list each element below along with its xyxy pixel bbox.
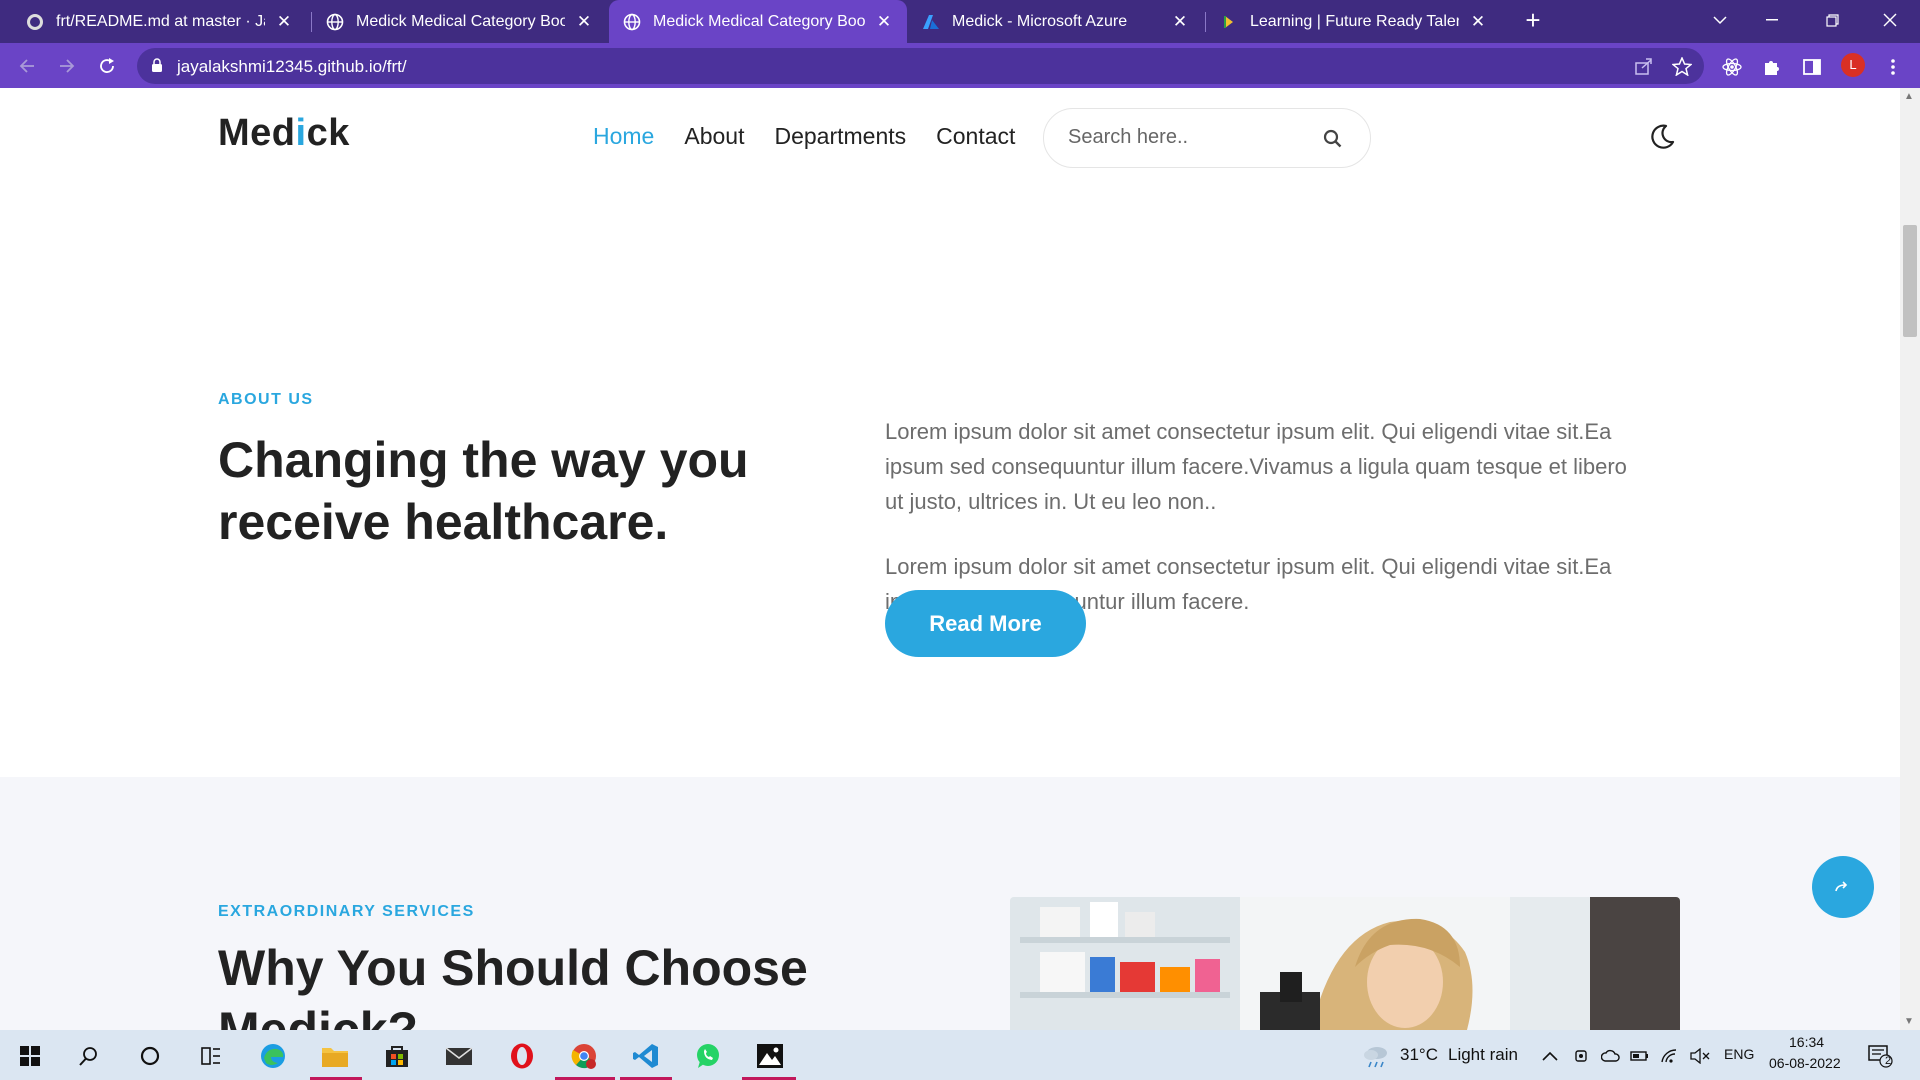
chrome-icon[interactable] [568, 1040, 600, 1072]
tab-strip: frt/README.md at master · Jayalakshmi123… [0, 0, 1920, 43]
scroll-up-arrow-icon[interactable]: ▲ [1904, 91, 1914, 102]
tab-title: Medick Medical Category Bootstrap [653, 12, 865, 30]
side-panel-icon[interactable] [1801, 56, 1823, 78]
scroll-to-top-button[interactable] [1812, 856, 1874, 918]
about-title-line: Changing the way you [218, 432, 749, 488]
search-input[interactable] [1068, 126, 1308, 149]
about-section: ABOUT US Changing the way you receive he… [0, 189, 1900, 777]
cortana-icon[interactable] [134, 1040, 166, 1072]
reload-button[interactable] [92, 51, 122, 81]
lock-icon [151, 58, 163, 78]
mail-icon[interactable] [443, 1040, 475, 1072]
extensions-icon[interactable] [1761, 56, 1783, 78]
lab-photo [1010, 897, 1680, 1030]
battery-icon[interactable] [1624, 1040, 1656, 1072]
search-taskbar-icon[interactable] [73, 1040, 105, 1072]
nav-departments[interactable]: Departments [774, 123, 906, 150]
browser-tab-active[interactable]: Medick Medical Category Bootstrap ✕ [609, 0, 907, 43]
github-icon [26, 13, 44, 31]
clock-date[interactable]: 06-08-2022 [1769, 1055, 1841, 1071]
tab-title: Learning | Future Ready Talent [1250, 12, 1459, 30]
services-section: EXTRAORDINARY SERVICES Why You Should Ch… [0, 777, 1900, 1030]
services-title-line: Why You Should Choose [218, 940, 808, 996]
chevron-up-icon[interactable] [1534, 1040, 1566, 1072]
about-eyebrow: ABOUT US [218, 391, 314, 408]
react-devtools-icon[interactable] [1721, 56, 1743, 78]
browser-toolbar: jayalakshmi12345.github.io/frt/ L [0, 43, 1920, 88]
nav-about[interactable]: About [684, 123, 744, 150]
close-icon[interactable]: ✕ [1171, 12, 1189, 32]
notifications-icon[interactable]: 2 [1864, 1040, 1896, 1072]
windows-start-icon[interactable] [14, 1040, 46, 1072]
browser-tab[interactable]: frt/README.md at master · Jayalakshmi123… [12, 0, 307, 43]
minimize-button[interactable] [1742, 0, 1802, 40]
close-icon[interactable]: ✕ [275, 12, 293, 32]
weather-temp[interactable]: 31°C [1400, 1045, 1438, 1065]
browser-tab[interactable]: Medick Medical Category Bootstrap ✕ [312, 0, 607, 43]
photos-icon[interactable] [754, 1040, 786, 1072]
globe-icon [326, 13, 344, 31]
tab-title: frt/README.md at master · Jayalakshmi123… [56, 12, 265, 30]
services-eyebrow: EXTRAORDINARY SERVICES [218, 903, 475, 920]
page-scrollbar[interactable]: ▲ ▼ [1900, 88, 1920, 1030]
page-viewport: Medick Home About Departments Contact AB… [0, 88, 1920, 1030]
weather-desc[interactable]: Light rain [1448, 1045, 1518, 1065]
opera-icon[interactable] [506, 1040, 538, 1072]
browser-tab[interactable]: Medick - Microsoft Azure ✕ [908, 0, 1203, 43]
site-logo[interactable]: Medick [218, 112, 350, 155]
restore-button[interactable] [1802, 0, 1862, 40]
menu-kebab-icon[interactable] [1882, 56, 1904, 78]
edge-icon[interactable] [257, 1040, 289, 1072]
services-title-line: Medick? [218, 1002, 419, 1030]
share-icon[interactable] [1634, 57, 1654, 80]
about-paragraph: Lorem ipsum dolor sit amet consectetur i… [885, 419, 1627, 514]
bookmark-star-icon[interactable] [1671, 56, 1693, 81]
close-icon[interactable]: ✕ [1469, 12, 1487, 32]
site-header: Medick Home About Departments Contact [0, 88, 1900, 189]
volume-muted-icon[interactable] [1684, 1040, 1716, 1072]
tab-title: Medick - Microsoft Azure [952, 12, 1128, 30]
nav-contact[interactable]: Contact [936, 123, 1015, 150]
services-title: Why You Should Choose Medick? [218, 937, 808, 1030]
close-icon[interactable]: ✕ [575, 12, 593, 32]
wifi-icon[interactable] [1654, 1040, 1686, 1072]
tab-title: Medick Medical Category Bootstrap [356, 12, 565, 30]
input-language[interactable]: ENG [1724, 1046, 1754, 1062]
new-tab-button[interactable]: + [1518, 6, 1548, 36]
globe-icon [623, 13, 641, 31]
learning-icon [1220, 13, 1238, 31]
azure-icon [922, 13, 940, 31]
onedrive-icon[interactable] [1595, 1040, 1627, 1072]
task-view-icon[interactable] [195, 1040, 227, 1072]
whatsapp-icon[interactable] [692, 1040, 724, 1072]
search-icon[interactable] [1323, 129, 1342, 153]
profile-avatar[interactable]: L [1841, 53, 1865, 77]
store-icon[interactable] [381, 1040, 413, 1072]
tab-search-icon[interactable] [1690, 0, 1750, 40]
browser-tab[interactable]: Learning | Future Ready Talent ✕ [1206, 0, 1501, 43]
windows-taskbar: 31°C Light rain ENG 16:34 06-08-2022 2 [0, 1030, 1920, 1080]
forward-button[interactable] [52, 51, 82, 81]
close-icon[interactable]: ✕ [875, 12, 893, 32]
about-title-line: receive healthcare. [218, 494, 669, 550]
weather-rain-icon[interactable] [1360, 1040, 1392, 1072]
read-more-button[interactable]: Read More [885, 590, 1086, 657]
main-nav: Home About Departments Contact [593, 123, 1015, 150]
scrollbar-thumb[interactable] [1903, 225, 1917, 337]
back-button[interactable] [12, 51, 42, 81]
file-explorer-icon[interactable] [319, 1040, 351, 1072]
moon-icon[interactable] [1648, 123, 1676, 156]
notification-count: 2 [1885, 1055, 1892, 1067]
arrow-up-icon [1835, 881, 1848, 892]
nav-home[interactable]: Home [593, 123, 654, 150]
about-title: Changing the way you receive healthcare. [218, 429, 749, 553]
scroll-down-arrow-icon[interactable]: ▼ [1904, 1016, 1914, 1027]
search-box [1043, 108, 1371, 168]
clock-time[interactable]: 16:34 [1789, 1034, 1824, 1050]
url-text: jayalakshmi12345.github.io/frt/ [177, 57, 407, 76]
address-bar[interactable]: jayalakshmi12345.github.io/frt/ [137, 48, 1704, 84]
close-window-button[interactable] [1860, 0, 1920, 40]
meet-now-icon[interactable] [1566, 1040, 1598, 1072]
vscode-icon[interactable] [630, 1040, 662, 1072]
